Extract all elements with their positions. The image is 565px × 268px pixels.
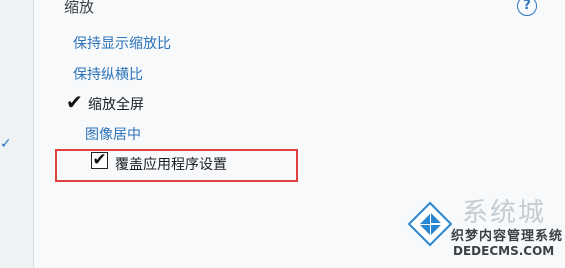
- help-icon[interactable]: ?: [517, 0, 537, 16]
- option-maintain-aspect-ratio[interactable]: 保持纵横比: [73, 64, 143, 84]
- option-center-image[interactable]: 图像居中: [85, 124, 141, 144]
- section-title: 缩放: [64, 0, 95, 16]
- option-maintain-display-scaling[interactable]: 保持显示缩放比: [73, 33, 171, 53]
- option-scale-full-screen[interactable]: 缩放全屏: [88, 94, 144, 114]
- watermark-line1: 织梦内容管理系统: [451, 229, 564, 244]
- watermark-line2: DEDECMS.COM: [453, 244, 555, 258]
- watermark-title: 系统城: [462, 198, 547, 228]
- watermark: 系统城 织梦内容管理系统 DEDECMS.COM: [405, 188, 565, 268]
- windows-logo-icon: [407, 201, 453, 247]
- annotation-highlight-box: [55, 149, 298, 182]
- left-sidebar-strip: ✓: [0, 0, 34, 268]
- selected-check-icon: ✔: [66, 90, 83, 114]
- sidebar-check-icon: ✓: [0, 136, 12, 152]
